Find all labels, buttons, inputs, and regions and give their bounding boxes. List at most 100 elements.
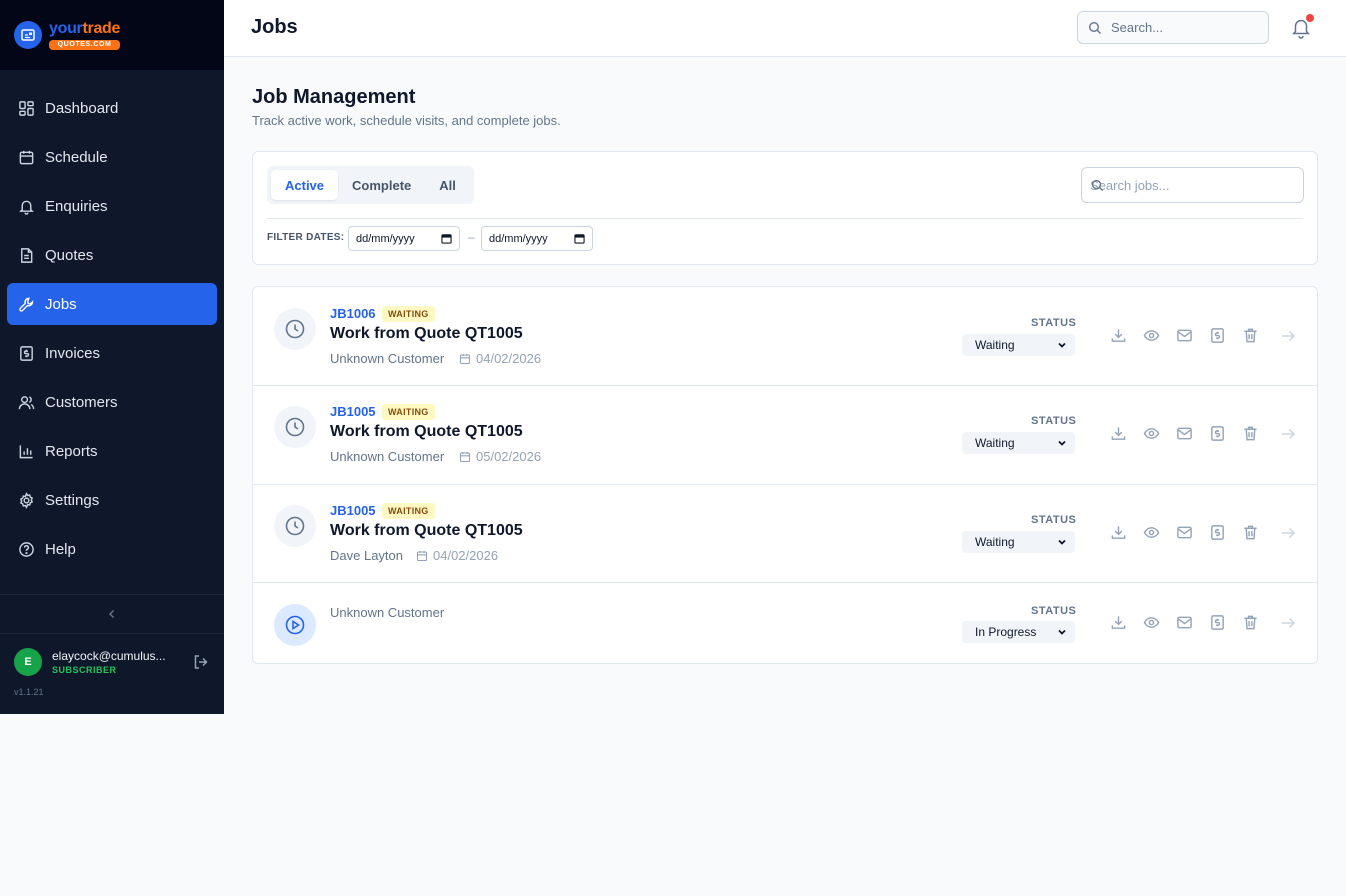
user-profile: E elaycock@cumulus... SUBSCRIBER bbox=[14, 644, 210, 680]
sidebar-item-schedule[interactable]: Schedule bbox=[7, 136, 217, 178]
status-badge: WAITING bbox=[382, 404, 435, 420]
section-title: Job Management bbox=[252, 86, 416, 108]
trash-icon[interactable] bbox=[1242, 327, 1259, 344]
customer-name: Unknown Customer bbox=[330, 449, 445, 464]
status-label: STATUS bbox=[1031, 514, 1077, 526]
email-icon[interactable] bbox=[1176, 425, 1193, 442]
sidebar-item-invoices[interactable]: Invoices bbox=[7, 332, 217, 374]
date-to-input[interactable]: dd/mm/yyyy bbox=[481, 226, 593, 251]
user-email: elaycock@cumulus... bbox=[52, 649, 166, 663]
jobs-list: JB1006 WAITING Work from Quote QT1005 Un… bbox=[252, 286, 1318, 664]
arrow-right-icon[interactable] bbox=[1280, 426, 1296, 442]
chevron-down-icon bbox=[1058, 440, 1066, 446]
job-date-value: 04/02/2026 bbox=[476, 351, 542, 366]
search-icon bbox=[1088, 21, 1101, 34]
help-icon bbox=[19, 541, 34, 557]
invoice-icon[interactable] bbox=[1209, 425, 1226, 442]
collapse-sidebar-button[interactable] bbox=[0, 594, 224, 634]
sidebar-item-help[interactable]: Help bbox=[7, 528, 217, 570]
status-select-value: In Progress bbox=[975, 625, 1037, 639]
trash-icon[interactable] bbox=[1242, 425, 1259, 442]
download-icon[interactable] bbox=[1110, 614, 1127, 631]
job-search-input[interactable] bbox=[1090, 177, 1280, 193]
logo-icon bbox=[14, 21, 42, 49]
filter-card: Active Complete All FILTER DATES: dd/mm/… bbox=[252, 151, 1318, 265]
invoice-icon[interactable] bbox=[1209, 524, 1226, 541]
download-icon[interactable] bbox=[1110, 327, 1127, 344]
job-actions bbox=[1110, 327, 1275, 344]
global-search[interactable] bbox=[1077, 11, 1269, 44]
user-plan: SUBSCRIBER bbox=[52, 665, 117, 675]
status-label: STATUS bbox=[1031, 317, 1077, 329]
calendar-icon bbox=[574, 234, 585, 244]
bar-chart-icon bbox=[19, 444, 33, 458]
status-label: STATUS bbox=[1031, 415, 1077, 427]
section-subtitle: Track active work, schedule visits, and … bbox=[252, 113, 561, 128]
view-eye-icon[interactable] bbox=[1143, 327, 1160, 344]
job-id-link[interactable]: JB1006 bbox=[330, 306, 376, 321]
view-eye-icon[interactable] bbox=[1143, 425, 1160, 442]
job-title: Work from Quote QT1005 bbox=[330, 325, 523, 342]
global-search-input[interactable] bbox=[1111, 20, 1261, 35]
job-date-value: 04/02/2026 bbox=[433, 548, 499, 563]
trash-icon[interactable] bbox=[1242, 524, 1259, 541]
notification-dot bbox=[1306, 14, 1314, 22]
sidebar-item-label: Reports bbox=[45, 442, 98, 460]
email-icon[interactable] bbox=[1176, 327, 1193, 344]
job-actions bbox=[1110, 425, 1275, 442]
invoice-icon[interactable] bbox=[1209, 614, 1226, 631]
status-select[interactable]: Waiting bbox=[962, 432, 1075, 454]
invoice-icon[interactable] bbox=[1209, 327, 1226, 344]
sidebar-item-label: Settings bbox=[45, 491, 100, 509]
sidebar-item-settings[interactable]: Settings bbox=[7, 479, 217, 521]
email-icon[interactable] bbox=[1176, 524, 1193, 541]
date-from-input[interactable]: dd/mm/yyyy bbox=[348, 226, 460, 251]
arrow-right-icon[interactable] bbox=[1280, 615, 1296, 631]
tab-active[interactable]: Active bbox=[271, 170, 339, 200]
chevron-left-icon bbox=[108, 609, 115, 619]
arrow-right-icon[interactable] bbox=[1280, 525, 1296, 541]
job-id-link[interactable]: JB1005 bbox=[330, 404, 376, 419]
chevron-down-icon bbox=[1058, 629, 1066, 635]
date-from-value: dd/mm/yyyy bbox=[356, 232, 415, 245]
job-row[interactable]: JB1005 WAITING Work from Quote QT1005 Un… bbox=[253, 386, 1317, 485]
dashboard-icon bbox=[19, 100, 34, 116]
job-id-link[interactable]: JB1005 bbox=[330, 503, 376, 518]
email-icon[interactable] bbox=[1176, 614, 1193, 631]
clock-icon bbox=[274, 505, 316, 547]
trash-icon[interactable] bbox=[1242, 614, 1259, 631]
chevron-down-icon bbox=[1058, 539, 1066, 545]
sidebar-item-label: Customers bbox=[45, 393, 118, 411]
sidebar-item-jobs[interactable]: Jobs bbox=[7, 283, 217, 325]
logout-icon[interactable] bbox=[192, 653, 210, 671]
sidebar-item-quotes[interactable]: Quotes bbox=[7, 234, 217, 276]
gear-icon bbox=[19, 491, 34, 509]
tab-complete[interactable]: Complete bbox=[338, 170, 425, 200]
job-row[interactable]: Unknown Customer STATUS In Progress bbox=[253, 583, 1317, 663]
brand-subtitle: QUOTES.COM bbox=[49, 40, 121, 50]
download-icon[interactable] bbox=[1110, 425, 1127, 442]
sidebar-item-customers[interactable]: Customers bbox=[7, 381, 217, 423]
sidebar: yourtrade QUOTES.COM Dashboard Schedule … bbox=[0, 0, 224, 714]
job-row[interactable]: JB1006 WAITING Work from Quote QT1005 Un… bbox=[253, 287, 1317, 386]
sidebar-item-enquiries[interactable]: Enquiries bbox=[7, 185, 217, 227]
sidebar-item-label: Dashboard bbox=[45, 99, 119, 117]
status-select[interactable]: In Progress bbox=[962, 621, 1075, 643]
job-row[interactable]: JB1005 WAITING Work from Quote QT1005 Da… bbox=[253, 485, 1317, 583]
status-select[interactable]: Waiting bbox=[962, 531, 1075, 553]
sidebar-item-dashboard[interactable]: Dashboard bbox=[7, 87, 217, 129]
tab-all[interactable]: All bbox=[425, 170, 470, 200]
status-select[interactable]: Waiting bbox=[962, 334, 1075, 356]
view-eye-icon[interactable] bbox=[1143, 614, 1160, 631]
job-date-value: 05/02/2026 bbox=[476, 449, 542, 464]
job-search[interactable] bbox=[1081, 167, 1304, 203]
arrow-right-icon[interactable] bbox=[1280, 328, 1296, 344]
clock-icon bbox=[274, 308, 316, 350]
brand-logo[interactable]: yourtrade QUOTES.COM bbox=[0, 0, 224, 70]
job-date: 04/02/2026 bbox=[416, 548, 498, 563]
chevron-down-icon bbox=[1058, 342, 1066, 348]
download-icon[interactable] bbox=[1110, 524, 1127, 541]
sidebar-item-reports[interactable]: Reports bbox=[7, 430, 217, 472]
avatar[interactable]: E bbox=[14, 648, 42, 676]
view-eye-icon[interactable] bbox=[1143, 524, 1160, 541]
